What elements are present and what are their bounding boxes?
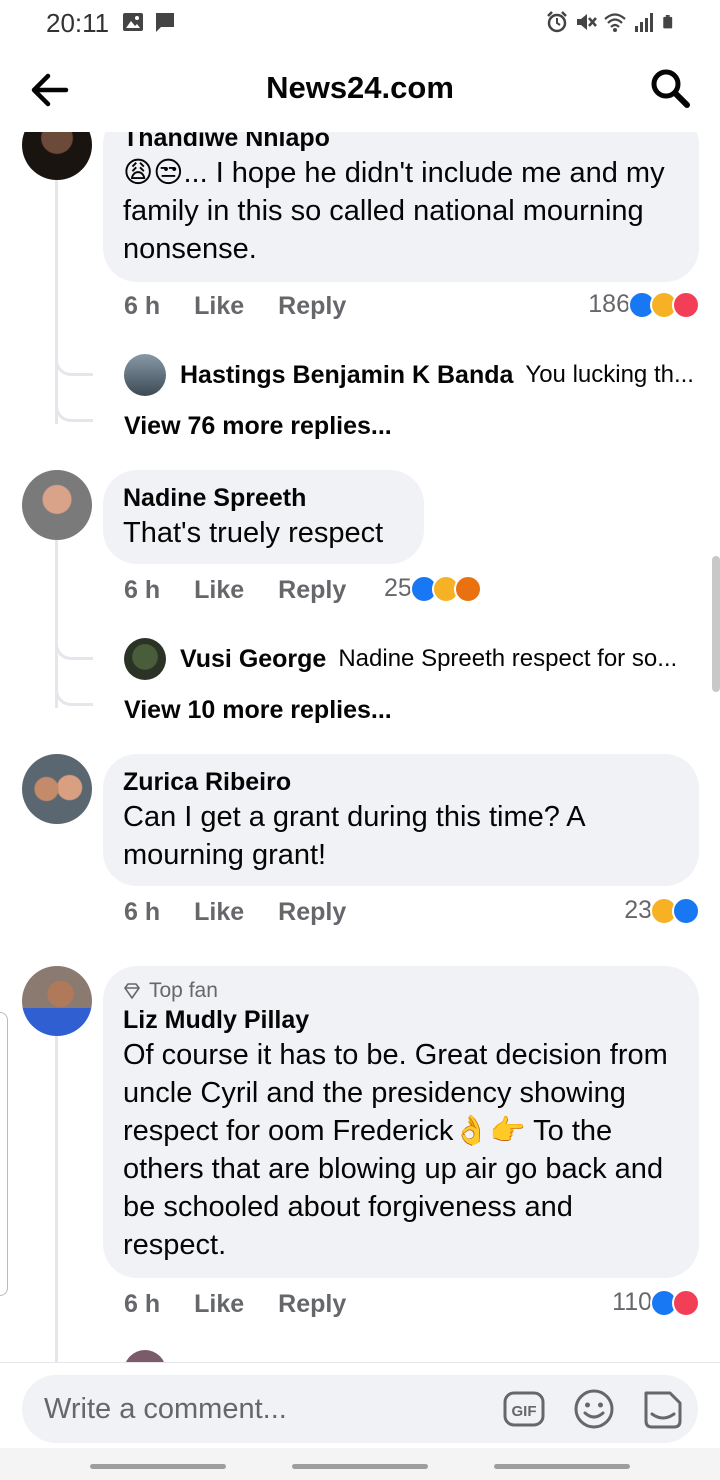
reply-branch (55, 400, 93, 422)
reaction-summary[interactable]: 23 (624, 896, 700, 925)
comment-author[interactable]: Liz Mudly Pillay (123, 1004, 679, 1036)
comment-bubble: Nadine Spreeth That's truely respect (103, 470, 424, 564)
comment-composer: Write a comment... GIF (0, 1362, 720, 1448)
reply-preview[interactable]: Vusi George Nadine Spreeth respect for s… (124, 638, 677, 680)
comment-feed[interactable]: Thandiwe Nhlapo 😩😒... I hope he didn't i… (0, 132, 720, 1362)
love-reaction-icon (672, 1288, 700, 1317)
reply-branch (55, 638, 93, 660)
comment-time[interactable]: 6 h (124, 576, 160, 605)
signal-icon (635, 13, 653, 32)
comment-time[interactable]: 6 h (124, 292, 160, 321)
avatar[interactable] (22, 132, 92, 180)
like-button[interactable]: Like (194, 1290, 244, 1319)
comment-text: Of course it has to be. Great decision f… (123, 1039, 668, 1261)
reaction-count: 23 (624, 896, 652, 924)
reply-button[interactable]: Reply (278, 576, 346, 605)
comment-bubble: Thandiwe Nhlapo 😩😒... I hope he didn't i… (103, 132, 699, 282)
reaction-summary[interactable]: 25 (384, 574, 482, 603)
reaction-count: 186 (588, 290, 630, 318)
mute-icon (577, 14, 597, 30)
view-more-replies[interactable]: View 76 more replies... (124, 412, 392, 441)
thread-line (55, 1036, 58, 1362)
system-nav-bar (0, 1448, 720, 1480)
reply-snippet: You lucking th... (525, 361, 694, 388)
comment-time[interactable]: 6 h (124, 898, 160, 927)
avatar[interactable] (124, 638, 166, 680)
love-reaction-icon (672, 290, 700, 319)
thread-line (55, 540, 58, 708)
comment-bubble: Top fan Liz Mudly Pillay Of course it ha… (103, 966, 699, 1278)
comment-author[interactable]: Nadine Spreeth (123, 482, 404, 514)
like-button[interactable]: Like (194, 292, 244, 321)
top-fan-badge: Top fan (123, 978, 679, 1004)
top-fan-label: Top fan (149, 979, 218, 1002)
comment-actions: 6 h Like Reply (124, 576, 346, 605)
reaction-summary[interactable]: 110 (612, 1288, 700, 1317)
sticker-icon[interactable] (640, 1387, 684, 1431)
reaction-count: 25 (384, 574, 412, 602)
nav-recents[interactable] (90, 1464, 226, 1469)
comment-actions: 6 h Like Reply (124, 898, 346, 927)
avatar[interactable] (124, 354, 166, 396)
gif-label: GIF (512, 1403, 537, 1420)
status-bar: 20:11 (0, 0, 720, 48)
avatar[interactable] (124, 1350, 166, 1362)
comment-author[interactable]: Thandiwe Nhlapo (123, 132, 679, 154)
reply-button[interactable]: Reply (278, 1290, 346, 1319)
app-bar: News24.com (0, 48, 720, 132)
reaction-count: 110 (612, 1288, 652, 1316)
scrollbar[interactable] (712, 556, 720, 692)
avatar[interactable] (22, 754, 92, 824)
diamond-icon (124, 983, 140, 999)
reply-button[interactable]: Reply (278, 898, 346, 927)
comment-input-placeholder: Write a comment... (44, 1393, 287, 1425)
angry-reaction-icon (453, 574, 482, 603)
thread-line (55, 178, 58, 424)
comment-actions: 6 h Like Reply (124, 292, 346, 321)
comment-text: 😩😒... I hope he didn't include me and my… (123, 157, 665, 265)
message-icon (156, 13, 174, 32)
comment-text: That's truely respect (123, 517, 384, 549)
reply-author[interactable]: Vusi George (180, 645, 326, 674)
comment-actions: 6 h Like Reply (124, 1290, 346, 1319)
nav-back[interactable] (494, 1464, 630, 1469)
nav-home[interactable] (292, 1464, 428, 1469)
image-icon (123, 13, 143, 31)
like-button[interactable]: Like (194, 898, 244, 927)
reply-button[interactable]: Reply (278, 292, 346, 321)
avatar[interactable] (22, 966, 92, 1036)
search-icon[interactable] (648, 66, 692, 110)
reply-snippet: Nadine Spreeth respect for so... (338, 645, 678, 672)
reaction-summary[interactable]: 186 (588, 290, 700, 319)
comment-time[interactable]: 6 h (124, 1290, 160, 1319)
alarm-icon (547, 11, 567, 33)
edge-panel-handle[interactable] (0, 1012, 8, 1296)
reply-branch (55, 354, 93, 376)
view-more-replies[interactable]: View 10 more replies... (124, 696, 392, 725)
like-button[interactable]: Like (194, 576, 244, 605)
reply-author[interactable]: Hastings Benjamin K Banda (180, 361, 513, 390)
comment-input[interactable]: Write a comment... GIF (22, 1375, 698, 1443)
avatar[interactable] (22, 470, 92, 540)
gif-button[interactable]: GIF (502, 1387, 546, 1431)
page-title: News24.com (266, 70, 454, 105)
battery-icon (663, 15, 673, 29)
comment-author[interactable]: Zurica Ribeiro (123, 766, 679, 798)
comment-bubble: Zurica Ribeiro Can I get a grant during … (103, 754, 699, 886)
like-reaction-icon (672, 896, 700, 925)
reply-branch (55, 684, 93, 706)
comment-text: Can I get a grant during this time? A mo… (123, 801, 585, 871)
reply-preview[interactable]: Hastings Benjamin K Banda You lucking th… (124, 354, 694, 396)
status-time: 20:11 (46, 8, 110, 38)
wifi-icon (604, 13, 626, 32)
emoji-icon[interactable] (572, 1387, 616, 1431)
